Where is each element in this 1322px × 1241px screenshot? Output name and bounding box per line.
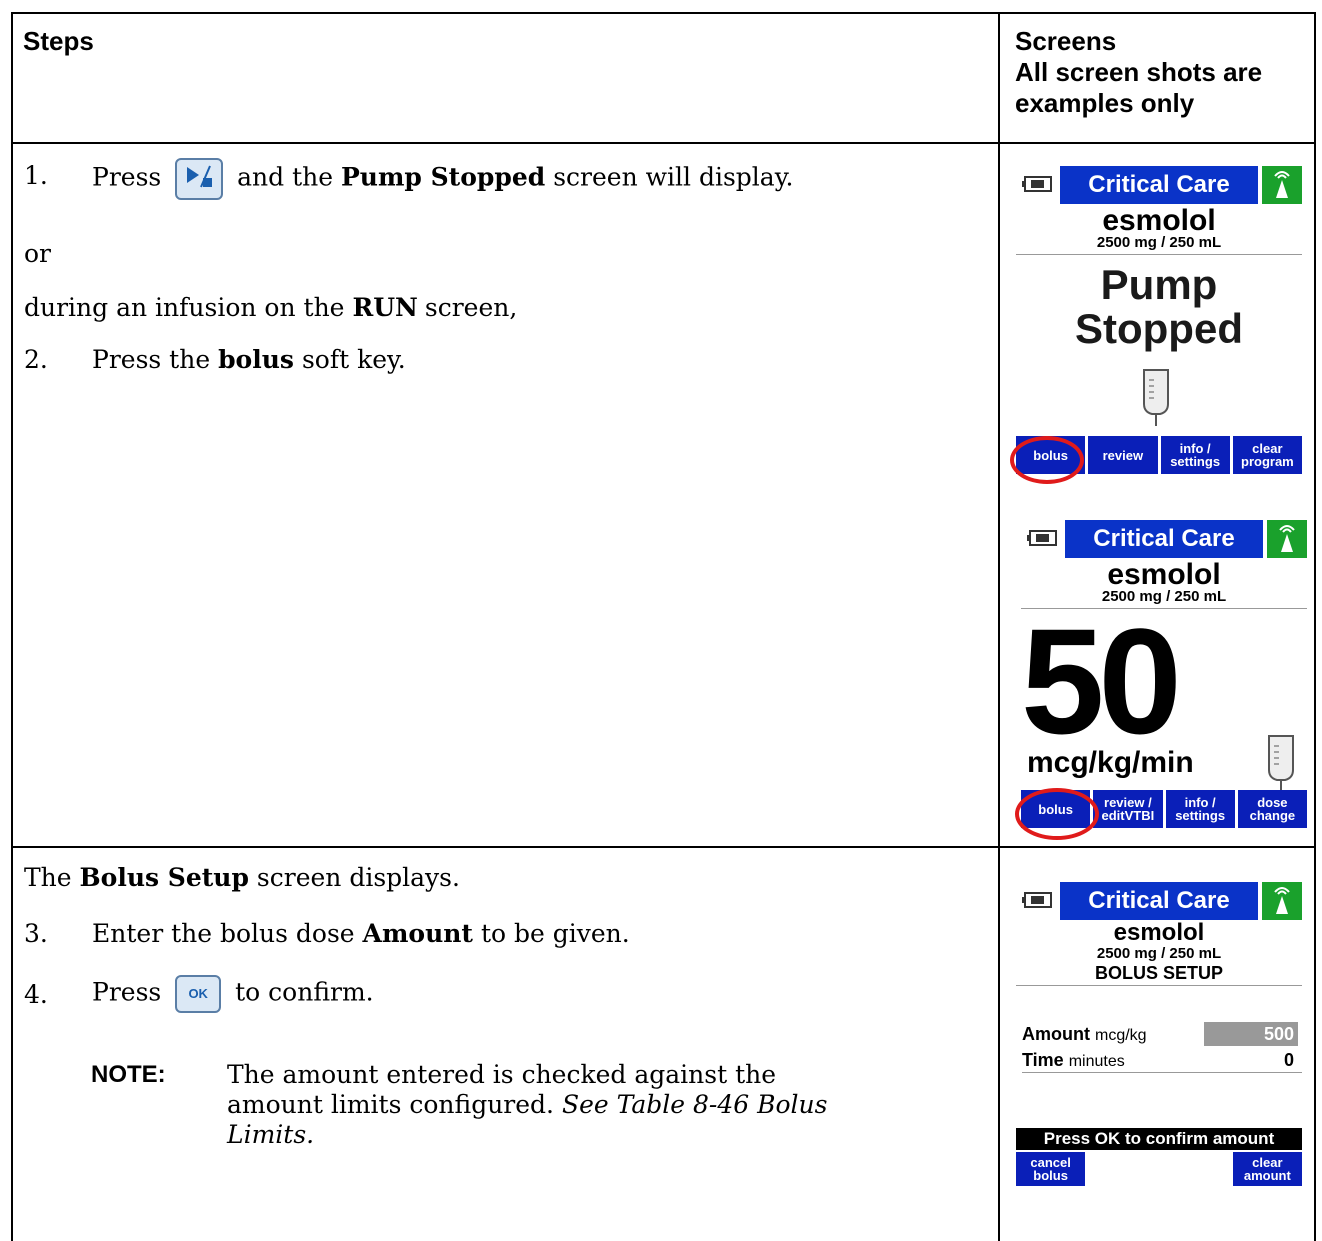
step1-press: Press: [92, 162, 162, 192]
step3-number: 3.: [24, 919, 48, 948]
during-b: screen,: [424, 293, 518, 322]
screen1-title: Critical Care: [1060, 166, 1258, 204]
time-label: Time: [1022, 1050, 1064, 1070]
screen3-title: Critical Care: [1060, 882, 1258, 920]
step4-text: Press OK to confirm.: [92, 975, 374, 1013]
intro-bold: Bolus Setup: [79, 863, 249, 892]
iv-bag-icon: [1143, 369, 1169, 426]
step3-bold: Amount: [362, 919, 473, 948]
step2-b: soft key.: [301, 345, 406, 374]
header-screens-line1: Screens: [1015, 26, 1117, 56]
time-value[interactable]: 0: [1284, 1048, 1294, 1072]
step2-text: Press the bolus soft key.: [92, 345, 406, 375]
during-text: during an infusion on the RUN screen,: [24, 293, 517, 323]
screen2-units: mcg/kg/min: [1027, 746, 1194, 779]
step1-and-the: and the: [237, 162, 334, 192]
run-stop-key-icon: [175, 158, 224, 200]
step1-number: 1.: [24, 161, 48, 190]
row-divider: [11, 846, 1316, 848]
confirm-prompt-bar: Press OK to confirm amount: [1016, 1128, 1302, 1150]
header-steps: Steps: [23, 26, 94, 56]
bolus-setup-intro: The Bolus Setup screen displays.: [24, 863, 460, 893]
step3-a: Enter the bolus dose: [92, 919, 355, 948]
softkey-dose-change[interactable]: dose change: [1237, 790, 1307, 828]
bolus-highlight-circle: [1015, 788, 1099, 840]
or-text: or: [24, 239, 52, 268]
note-text: The amount entered is checked against th…: [227, 1060, 847, 1150]
screen1-separator: [1016, 254, 1302, 255]
screen1-status-line1: Pump: [1100, 261, 1218, 308]
header-screens-line2: All screen shots are: [1015, 57, 1263, 87]
step3-text: Enter the bolus dose Amount to be given.: [92, 919, 630, 949]
header-divider: [11, 142, 1316, 144]
screen3-row-separator: [1022, 1072, 1302, 1073]
iv-bag-icon: [1268, 735, 1294, 792]
bolus-highlight-circle: [1010, 436, 1084, 484]
step4-number: 4.: [24, 980, 48, 1009]
table-border-left: [11, 12, 13, 1241]
battery-icon: [1022, 892, 1052, 908]
screen2-drug: esmolol: [1107, 558, 1221, 591]
during-bold: RUN: [352, 293, 418, 322]
softkey-review[interactable]: review: [1088, 436, 1158, 474]
softkey-empty-2: [1088, 1152, 1158, 1186]
bolus-setup-screen: Critical Care esmolol 2500 mg / 250 mL B…: [1016, 882, 1302, 1186]
screen2-rate: 50: [1021, 597, 1182, 765]
table-border-top: [11, 12, 1316, 14]
softkey-clear-amount[interactable]: clear amount: [1232, 1152, 1302, 1186]
header-screens: Screens All screen shots are examples on…: [1015, 26, 1262, 119]
header-screens-line3: examples only: [1015, 88, 1195, 118]
step1-end: screen will display.: [553, 162, 794, 192]
ok-key-icon: OK: [175, 975, 222, 1013]
note-label: NOTE:: [91, 1061, 166, 1088]
screen2-title: Critical Care: [1065, 520, 1263, 558]
during-a: during an infusion on the: [24, 293, 345, 322]
battery-icon: [1027, 530, 1057, 546]
steps-table: Steps Screens All screen shots are examp…: [11, 12, 1316, 1241]
softkey-clear-program[interactable]: clear program: [1232, 436, 1302, 474]
amount-unit: mcg/kg: [1095, 1027, 1147, 1044]
intro-b: screen displays.: [256, 863, 460, 892]
time-row[interactable]: Time minutes 0: [1022, 1048, 1298, 1072]
intro-a: The: [24, 863, 72, 892]
wireless-icon: [1262, 882, 1302, 920]
step4-end: to confirm.: [235, 977, 374, 1007]
step1-bold: Pump Stopped: [341, 162, 546, 192]
screen3-concentration: 2500 mg / 250 mL: [1096, 945, 1222, 962]
table-divider: [998, 12, 1000, 1241]
screen1-status-line2: Stopped: [1075, 305, 1243, 352]
time-unit: minutes: [1068, 1053, 1125, 1070]
screen3-heading: BOLUS SETUP: [1094, 963, 1223, 983]
amount-row[interactable]: Amount mcg/kg 500: [1022, 1022, 1298, 1046]
step2-bold: bolus: [218, 345, 294, 374]
step3-b: to be given.: [480, 919, 630, 948]
ok-key-label: OK: [188, 986, 208, 1001]
battery-icon: [1022, 176, 1052, 192]
table-border-right: [1314, 12, 1316, 1241]
softkey-info-settings[interactable]: info / settings: [1165, 790, 1235, 828]
screen3-header: Critical Care: [1016, 882, 1302, 920]
step1-text: Press and the Pump Stopped screen will d…: [92, 158, 793, 200]
screen2-header: Critical Care: [1021, 520, 1307, 558]
pump-stopped-screen: Critical Care esmolol 2500 mg / 250 mL P…: [1010, 166, 1302, 484]
step4-press: Press: [92, 977, 162, 1007]
wireless-icon: [1267, 520, 1307, 558]
step2-a: Press the: [92, 345, 211, 374]
screen1-drug: esmolol: [1102, 204, 1216, 237]
screen3-drug: esmolol: [1113, 919, 1205, 946]
amount-label: Amount: [1022, 1024, 1090, 1044]
screen3-separator: [1016, 985, 1302, 986]
screen3-softkeys: cancel bolus clear amount: [1016, 1152, 1302, 1186]
softkey-info-settings[interactable]: info / settings: [1160, 436, 1230, 474]
softkey-empty-3: [1160, 1152, 1230, 1186]
amount-value-field[interactable]: 500: [1204, 1022, 1298, 1046]
screen1-concentration: 2500 mg / 250 mL: [1096, 234, 1222, 251]
wireless-icon: [1262, 166, 1302, 204]
run-screen: Critical Care esmolol 2500 mg / 250 mL 5…: [1015, 520, 1307, 840]
softkey-cancel-bolus[interactable]: cancel bolus: [1016, 1152, 1086, 1186]
softkey-review-edit-vtbi[interactable]: review / editVTBI: [1093, 790, 1163, 828]
step2-number: 2.: [24, 345, 48, 374]
screen1-header: Critical Care: [1016, 166, 1302, 204]
